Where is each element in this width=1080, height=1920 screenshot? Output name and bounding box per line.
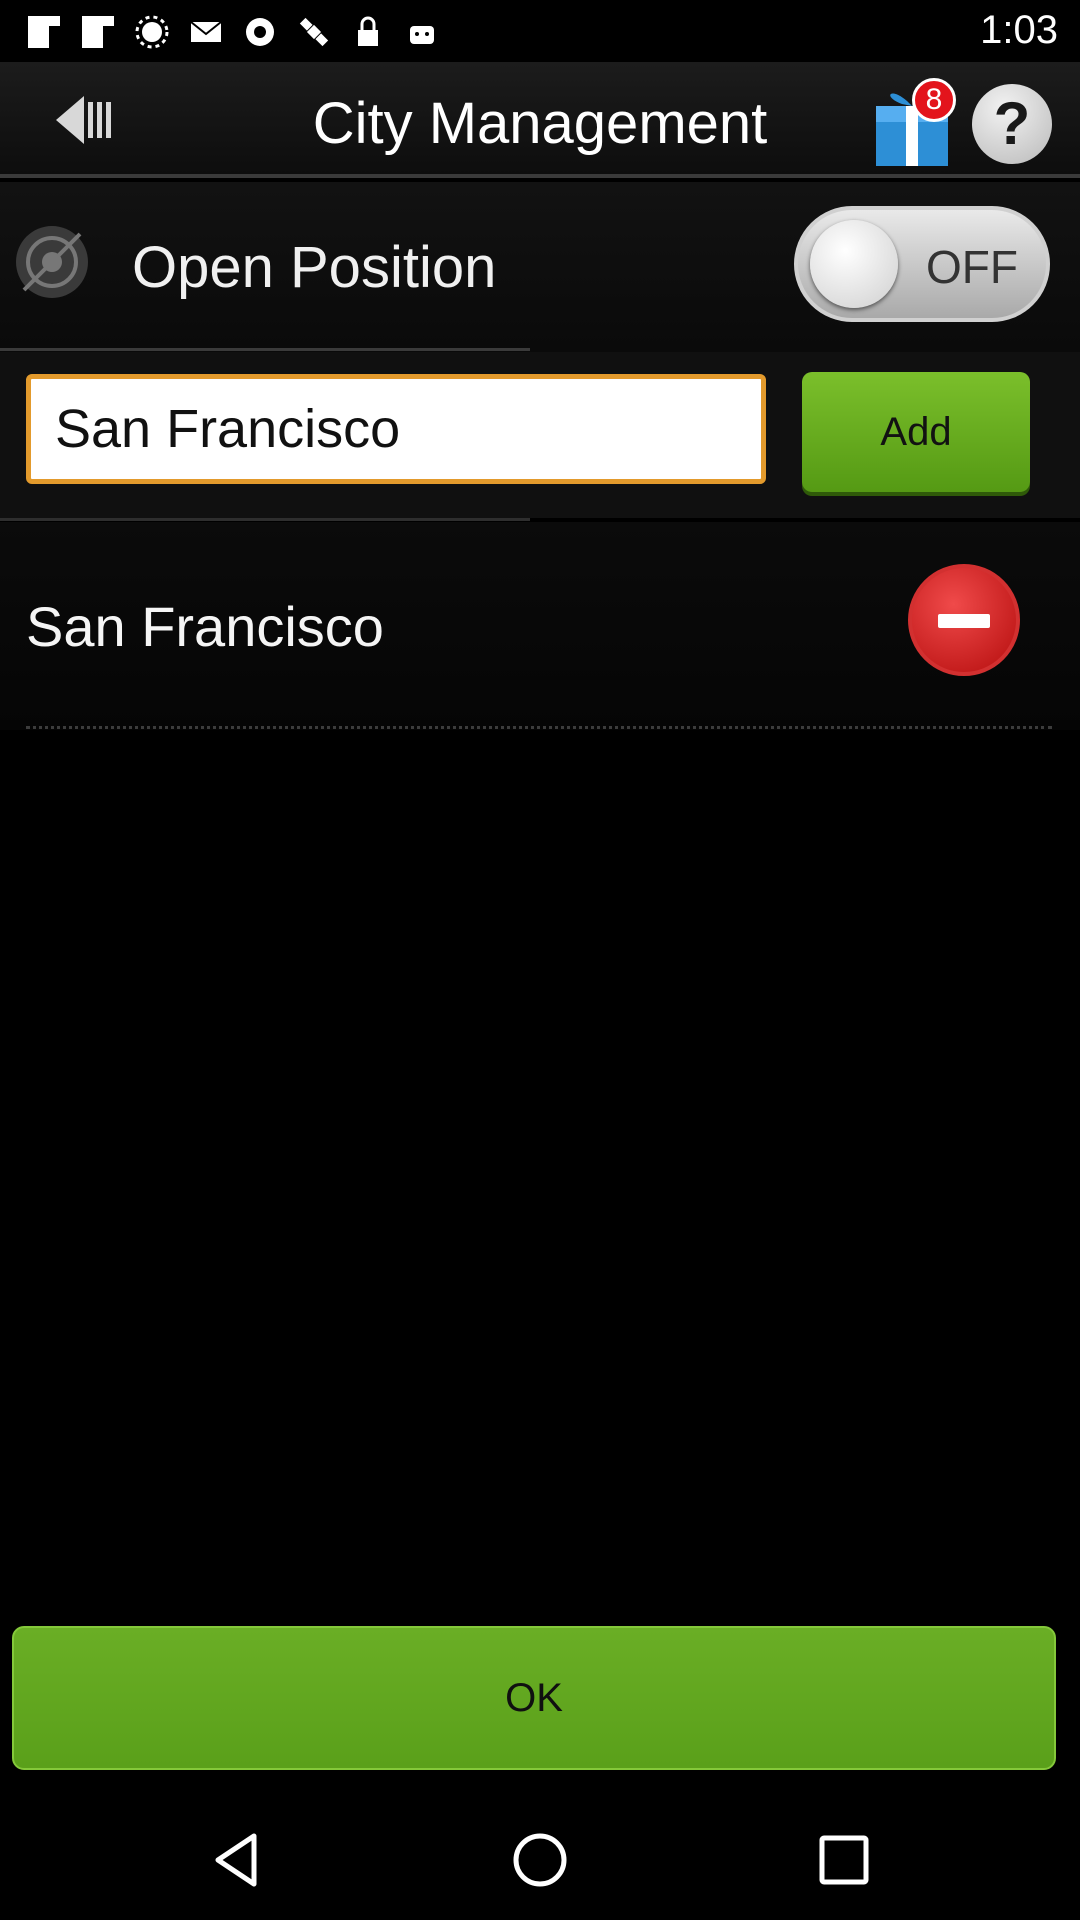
minus-bar [938,614,990,628]
clock: 1:03 [980,8,1058,52]
open-position-label: Open Position [132,235,497,300]
recents-nav-icon[interactable] [810,1826,878,1894]
divider [26,726,1052,729]
settings-icon [246,18,274,46]
email-icon [190,21,222,42]
lock-icon [358,16,378,46]
help-icon[interactable]: ? [972,84,1052,164]
android-icon [410,26,434,44]
divider [0,348,530,351]
city-input[interactable] [26,374,766,484]
location-icon [16,226,88,298]
ok-button[interactable]: OK [12,1626,1056,1770]
add-city-row: Add [0,352,1080,518]
add-button[interactable]: Add [802,372,1030,492]
city-name: San Francisco [26,595,384,658]
back-nav-icon[interactable] [204,1826,272,1894]
satellite-icon [299,17,329,47]
navigation-bar [0,1800,1080,1920]
divider [0,518,530,521]
open-position-toggle[interactable]: OFF [794,206,1050,322]
flipboard-icon [28,16,60,48]
header-bar: City Management 8 ? [0,62,1080,178]
home-nav-icon[interactable] [506,1826,574,1894]
toggle-knob [810,220,898,308]
brightness-icon [135,15,169,49]
remove-icon[interactable] [908,564,1020,676]
toggle-state-label: OFF [926,241,1018,293]
list-item: San Francisco [0,522,1080,730]
open-position-row: Open Position OFF [0,182,1080,352]
flipboard-icon [82,16,114,48]
notification-badge: 8 [912,78,956,122]
status-bar: 1:03 [0,0,1080,62]
